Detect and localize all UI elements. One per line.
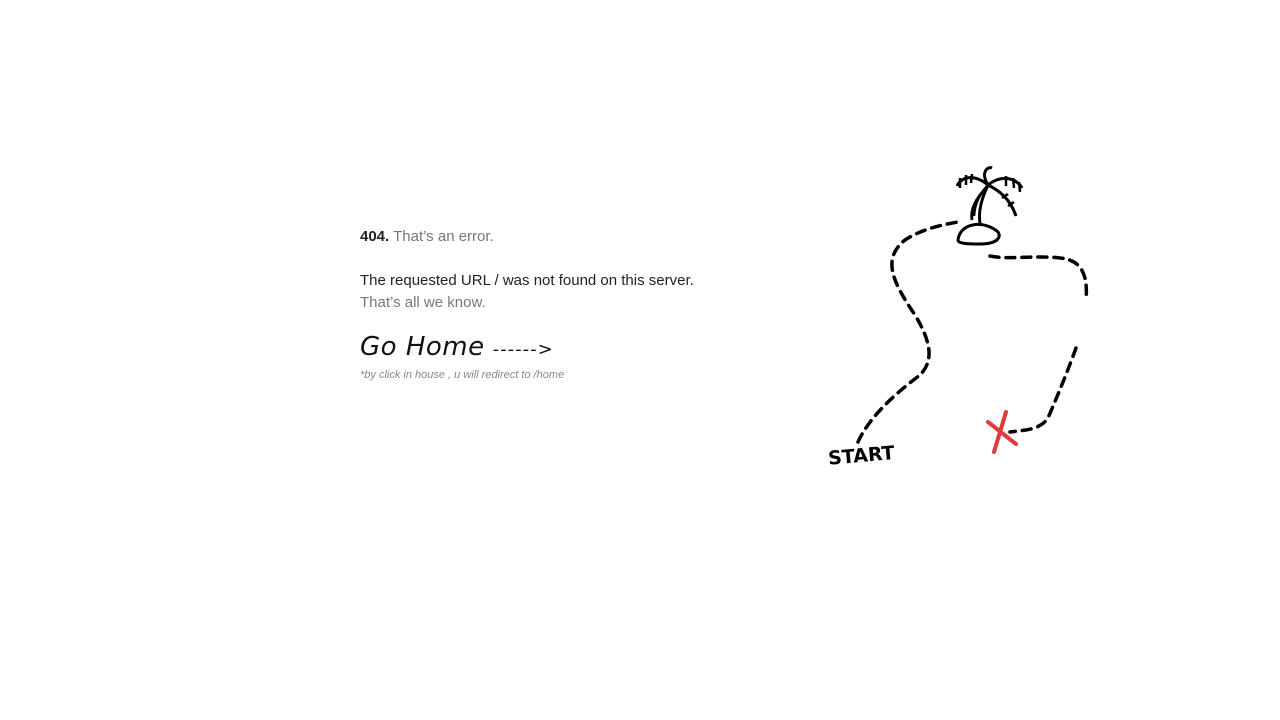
island-home-icon[interactable] xyxy=(955,166,1024,246)
treasure-map-illustration[interactable]: START xyxy=(820,160,1100,480)
dashed-arrow: ------> xyxy=(492,339,554,360)
dashed-route-right xyxy=(988,254,1089,302)
dashed-route-to-x xyxy=(1008,346,1078,434)
redirect-note: *by click in house , u will redirect to … xyxy=(360,369,565,381)
error-followup: That’s all we know. xyxy=(360,294,486,311)
error-message-block: 404. That’s an error. The requested URL … xyxy=(360,226,780,381)
error-short: That’s an error. xyxy=(393,228,494,245)
error-description: The requested URL / was not found on thi… xyxy=(360,272,694,289)
error-headline: 404. That’s an error. xyxy=(360,226,780,248)
go-home-link[interactable]: Go Home ------> xyxy=(360,331,780,363)
go-home-label: Go Home xyxy=(360,332,485,362)
dashed-route xyxy=(856,220,960,444)
error-code: 404. xyxy=(360,228,390,245)
error-page: 404. That’s an error. The requested URL … xyxy=(0,0,1280,720)
start-label: START xyxy=(827,442,895,470)
